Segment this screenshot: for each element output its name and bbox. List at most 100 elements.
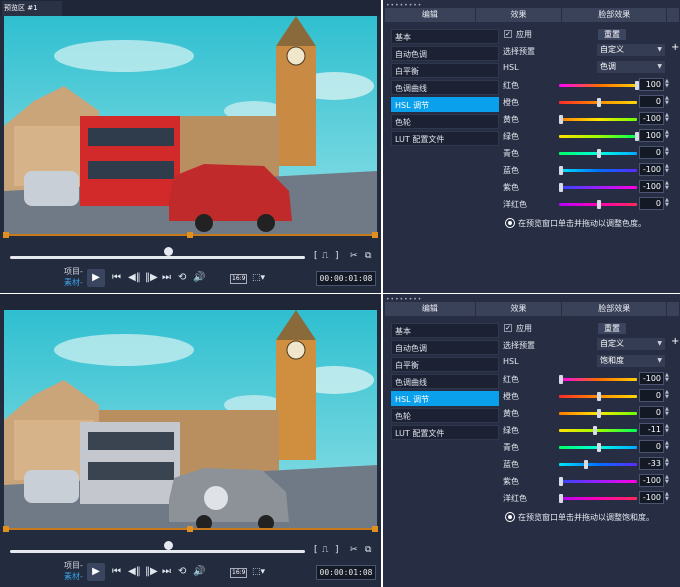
next-frame-icon[interactable]: ‖▶ (145, 271, 158, 285)
aspect-ratio-button[interactable]: 16:9 (230, 274, 248, 284)
source-label[interactable]: 素材- (64, 277, 83, 288)
spinner-arrows-icon[interactable]: ▲ ▼ (665, 475, 669, 485)
scrubber-track[interactable] (10, 256, 305, 259)
preset-select[interactable]: 自定义 ▼ (597, 44, 665, 56)
slider-track[interactable] (559, 186, 637, 189)
list-item-basic[interactable]: 基本 (391, 323, 499, 338)
slider-track[interactable] (559, 378, 637, 381)
tab-edit[interactable]: 编辑 (385, 8, 475, 22)
aspect-ratio-button[interactable]: 16:9 (230, 568, 248, 578)
trim-end-handle[interactable] (372, 526, 378, 532)
play-button[interactable]: ▶ (87, 269, 105, 287)
go-start-icon[interactable]: ⏮ (112, 271, 121, 285)
video-frame[interactable] (4, 16, 377, 234)
split-clip-icon[interactable]: ⎍ (322, 545, 328, 555)
slider-handle[interactable] (559, 494, 563, 503)
volume-icon[interactable]: 🔊 (193, 271, 205, 285)
slider-value-input[interactable]: -100 (639, 491, 664, 504)
slider-handle[interactable] (559, 375, 563, 384)
slider-value-input[interactable]: 0 (639, 95, 664, 108)
list-item-tone-curve[interactable]: 色调曲线 (391, 80, 499, 95)
reset-button[interactable]: 重置 (598, 29, 626, 40)
slider-handle[interactable] (597, 409, 601, 418)
spinner-arrows-icon[interactable]: ▲ ▼ (665, 492, 669, 502)
preset-select[interactable]: 自定义 ▼ (597, 338, 665, 350)
repeat-icon[interactable]: ⟲ (178, 565, 186, 579)
scrubber-track[interactable] (10, 550, 305, 553)
bracket-icon[interactable]: [ (314, 251, 318, 261)
scrubber-handle[interactable] (164, 541, 173, 550)
spinner-arrows-icon[interactable]: ▲ ▼ (665, 130, 669, 140)
add-preset-icon[interactable]: + (671, 336, 679, 347)
resize-icon[interactable]: ⬚▾ (252, 271, 265, 285)
slider-track[interactable] (559, 480, 637, 483)
go-start-icon[interactable]: ⏮ (112, 565, 121, 579)
slider-value-input[interactable]: 0 (639, 406, 664, 419)
slider-handle[interactable] (597, 98, 601, 107)
repeat-icon[interactable]: ⟲ (178, 271, 186, 285)
reset-button[interactable]: 重置 (598, 323, 626, 334)
tab-face-effects[interactable]: 脸部效果 (562, 302, 667, 316)
scrubber-handle[interactable] (164, 247, 173, 256)
slider-handle[interactable] (597, 200, 601, 209)
spinner-arrows-icon[interactable]: ▲ ▼ (665, 407, 669, 417)
resize-icon[interactable]: ⬚▾ (252, 565, 265, 579)
go-end-icon[interactable]: ⏭ (162, 271, 171, 285)
slider-handle[interactable] (559, 166, 563, 175)
trim-start-handle[interactable] (3, 232, 9, 238)
spinner-arrows-icon[interactable]: ▲ ▼ (665, 198, 669, 208)
trim-end-handle[interactable] (372, 232, 378, 238)
slider-value-input[interactable]: 100 (639, 129, 664, 142)
hsl-mode-select[interactable]: 饱和度 ▼ (597, 355, 665, 367)
list-item-white-balance[interactable]: 白平衡 (391, 63, 499, 78)
slider-value-input[interactable]: -100 (639, 180, 664, 193)
spinner-arrows-icon[interactable]: ▲ ▼ (665, 79, 669, 89)
slider-value-input[interactable]: 0 (639, 146, 664, 159)
video-frame[interactable] (4, 310, 377, 528)
slider-handle[interactable] (597, 392, 601, 401)
split-clip-icon[interactable]: ⎍ (322, 251, 328, 261)
copy-icon[interactable]: ⧉ (365, 251, 371, 261)
slider-handle[interactable] (597, 149, 601, 158)
slider-value-input[interactable]: -11 (639, 423, 664, 436)
apply-checkbox[interactable]: ✓ (504, 324, 512, 332)
bracket-close-icon[interactable]: ] (335, 251, 339, 261)
project-label[interactable]: 项目- (64, 560, 83, 571)
list-item-basic[interactable]: 基本 (391, 29, 499, 44)
slider-value-input[interactable]: 100 (639, 78, 664, 91)
hsl-mode-select[interactable]: 色调 ▼ (597, 61, 665, 73)
list-item-auto-tone[interactable]: 自动色调 (391, 46, 499, 61)
slider-handle[interactable] (597, 443, 601, 452)
tab-face-effects[interactable]: 脸部效果 (562, 8, 667, 22)
tab-more[interactable] (667, 8, 679, 22)
list-item-color-wheel[interactable]: 色轮 (391, 408, 499, 423)
list-item-lut[interactable]: LUT 配置文件 (391, 131, 499, 146)
copy-icon[interactable]: ⧉ (365, 545, 371, 555)
tab-effects[interactable]: 效果 (475, 8, 562, 22)
slider-handle[interactable] (559, 477, 563, 486)
spinner-arrows-icon[interactable]: ▲ ▼ (665, 181, 669, 191)
slider-track[interactable] (559, 84, 637, 87)
list-item-lut[interactable]: LUT 配置文件 (391, 425, 499, 440)
project-label[interactable]: 项目- (64, 266, 83, 277)
slider-handle[interactable] (592, 426, 597, 435)
slider-value-input[interactable]: -33 (639, 457, 664, 470)
tab-edit[interactable]: 编辑 (385, 302, 475, 316)
list-item-tone-curve[interactable]: 色调曲线 (391, 374, 499, 389)
trim-start-handle[interactable] (3, 526, 9, 532)
spinner-arrows-icon[interactable]: ▲ ▼ (665, 113, 669, 123)
spinner-arrows-icon[interactable]: ▲ ▼ (665, 458, 669, 468)
slider-value-input[interactable]: 0 (639, 440, 664, 453)
timecode-display[interactable]: 00:00:01:08 (316, 565, 376, 580)
spinner-arrows-icon[interactable]: ▲ ▼ (665, 373, 669, 383)
prev-frame-icon[interactable]: ◀‖ (128, 271, 141, 285)
slider-handle[interactable] (584, 460, 589, 469)
tab-effects[interactable]: 效果 (475, 302, 562, 316)
add-preset-icon[interactable]: + (671, 42, 679, 53)
cut-icon[interactable]: ✂ (350, 251, 358, 261)
cut-icon[interactable]: ✂ (350, 545, 358, 555)
timecode-display[interactable]: 00:00:01:08 (316, 271, 376, 286)
source-label[interactable]: 素材- (64, 571, 83, 582)
spinner-arrows-icon[interactable]: ▲ ▼ (665, 147, 669, 157)
slider-handle[interactable] (559, 183, 563, 192)
